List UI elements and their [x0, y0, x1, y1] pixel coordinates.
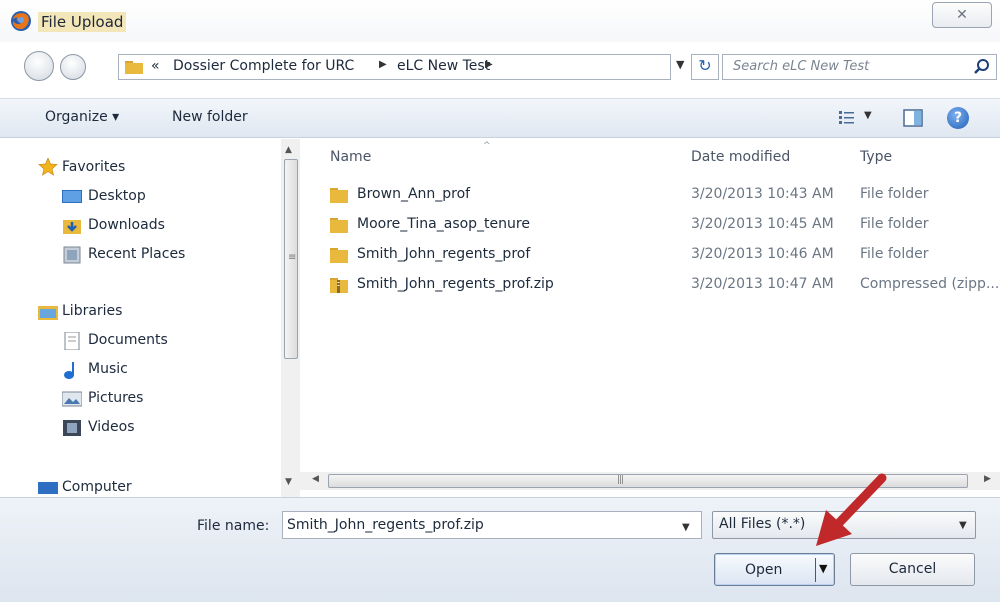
sort-ascending-icon: ^: [483, 141, 491, 151]
search-placeholder: Search eLC New Test: [733, 59, 870, 74]
grip-icon: ≡: [288, 252, 297, 263]
new-folder-button[interactable]: New folder: [172, 109, 248, 125]
file-name: Moore_Tina_asop_tenure: [357, 216, 530, 232]
folder-icon: [330, 218, 348, 233]
file-type: File folder: [860, 216, 929, 232]
nav-favorites[interactable]: Favorites: [62, 159, 125, 175]
title-bar: File Upload ✕: [0, 0, 1000, 42]
file-name: Smith_John_regents_prof: [357, 246, 531, 262]
scroll-down-icon[interactable]: ▼: [285, 477, 292, 487]
documents-icon: [64, 332, 80, 350]
organize-button[interactable]: Organize ▾: [45, 109, 119, 125]
nav-pictures[interactable]: Pictures: [88, 390, 143, 406]
nav-downloads[interactable]: Downloads: [88, 217, 165, 233]
nav-documents[interactable]: Documents: [88, 332, 168, 348]
column-header-date-modified[interactable]: Date modified: [691, 149, 790, 165]
address-row: « Dossier Complete for URC ▶ eLC New Tes…: [0, 44, 1000, 92]
downloads-icon: [63, 220, 81, 234]
file-type: File folder: [860, 246, 929, 262]
split-divider: [815, 558, 816, 582]
file-type: File folder: [860, 186, 929, 202]
pictures-icon: [62, 391, 82, 407]
scroll-right-icon[interactable]: ▶: [984, 474, 991, 484]
search-icon[interactable]: [973, 58, 991, 76]
file-name: Brown_Ann_prof: [357, 186, 471, 202]
file-date: 3/20/2013 10:43 AM: [691, 186, 834, 202]
overflow-chevron-icon[interactable]: «: [151, 58, 160, 74]
computer-icon: [38, 482, 58, 494]
file-name-label: File name:: [197, 518, 270, 534]
column-header-name[interactable]: Name: [330, 149, 371, 165]
refresh-icon: ↻: [698, 56, 712, 75]
address-bar[interactable]: « Dossier Complete for URC ▶ eLC New Tes…: [118, 54, 671, 80]
view-options-icon[interactable]: [838, 109, 856, 127]
open-dropdown-icon[interactable]: ▼: [819, 562, 827, 575]
open-button[interactable]: Open ▼: [714, 553, 835, 586]
refresh-button[interactable]: ↻: [691, 54, 719, 80]
chevron-right-icon[interactable]: ▶: [485, 59, 493, 70]
videos-icon: [63, 420, 81, 436]
window-title: File Upload: [38, 12, 127, 32]
file-name-dropdown-icon[interactable]: ▼: [682, 522, 690, 533]
star-icon: [38, 158, 58, 176]
zip-folder-icon: [330, 278, 348, 293]
nav-libraries[interactable]: Libraries: [62, 303, 122, 319]
libraries-icon: [38, 306, 58, 320]
command-toolbar: Organize ▾ New folder ▼ ?: [0, 98, 1000, 138]
file-name-field[interactable]: [282, 511, 702, 539]
breadcrumb-elc-new-test[interactable]: eLC New Test: [397, 58, 490, 74]
horizontal-scrollbar[interactable]: ◀ ||| ▶: [300, 472, 1000, 490]
navigation-scrollbar[interactable]: ▲ ≡ ▼: [281, 139, 300, 497]
scrollbar-thumb[interactable]: ≡: [284, 159, 298, 359]
file-row[interactable]: Moore_Tina_asop_tenure 3/20/2013 10:45 A…: [330, 213, 1000, 239]
breadcrumb-dossier[interactable]: Dossier Complete for URC: [173, 58, 354, 74]
desktop-icon: [62, 190, 82, 203]
cancel-button[interactable]: Cancel: [850, 553, 975, 586]
file-date: 3/20/2013 10:45 AM: [691, 216, 834, 232]
file-list: Name ^ Date modified Type Brown_Ann_prof…: [300, 139, 1000, 472]
help-icon: ?: [953, 110, 963, 126]
file-row[interactable]: Smith_John_regents_prof 3/20/2013 10:46 …: [330, 243, 1000, 269]
folder-icon: [125, 61, 143, 74]
chevron-down-icon: ▼: [959, 520, 967, 531]
annotation-arrow-icon: [816, 473, 887, 546]
help-button[interactable]: ?: [947, 107, 969, 129]
file-name: Smith_John_regents_prof.zip: [357, 276, 554, 292]
scroll-left-icon[interactable]: ◀: [312, 474, 319, 484]
cancel-label: Cancel: [888, 561, 937, 577]
firefox-icon: [11, 11, 31, 31]
file-row[interactable]: Brown_Ann_prof 3/20/2013 10:43 AM File f…: [330, 183, 1000, 209]
folder-icon: [330, 188, 348, 203]
back-button[interactable]: [24, 51, 54, 81]
chevron-right-icon[interactable]: ▶: [379, 59, 387, 70]
close-button[interactable]: ✕: [932, 2, 992, 28]
nav-music[interactable]: Music: [88, 361, 128, 377]
column-header-type[interactable]: Type: [860, 149, 892, 165]
folder-icon: [330, 248, 348, 263]
view-dropdown-icon[interactable]: ▼: [864, 110, 872, 121]
navigation-pane: Favorites Desktop Downloads Recent Place…: [0, 139, 300, 497]
grip-icon: |||: [617, 475, 624, 485]
forward-button[interactable]: [60, 54, 86, 80]
file-date: 3/20/2013 10:47 AM: [691, 276, 834, 292]
filter-value: All Files (*.*): [719, 516, 806, 532]
preview-pane-icon[interactable]: [903, 108, 923, 128]
recent-places-icon: [63, 246, 81, 264]
search-input[interactable]: Search eLC New Test: [722, 54, 997, 80]
nav-desktop[interactable]: Desktop: [88, 188, 146, 204]
scroll-up-icon[interactable]: ▲: [285, 145, 292, 155]
close-icon: ✕: [956, 7, 968, 23]
address-dropdown-icon[interactable]: ▼: [676, 58, 684, 71]
nav-recent-places[interactable]: Recent Places: [88, 246, 185, 262]
file-row[interactable]: Smith_John_regents_prof.zip 3/20/2013 10…: [330, 273, 1000, 299]
file-date: 3/20/2013 10:46 AM: [691, 246, 834, 262]
file-type: Compressed (zipp...: [860, 276, 1000, 292]
nav-computer[interactable]: Computer: [62, 479, 132, 495]
nav-videos[interactable]: Videos: [88, 419, 135, 435]
music-icon: [64, 362, 74, 379]
open-label: Open: [745, 562, 783, 578]
